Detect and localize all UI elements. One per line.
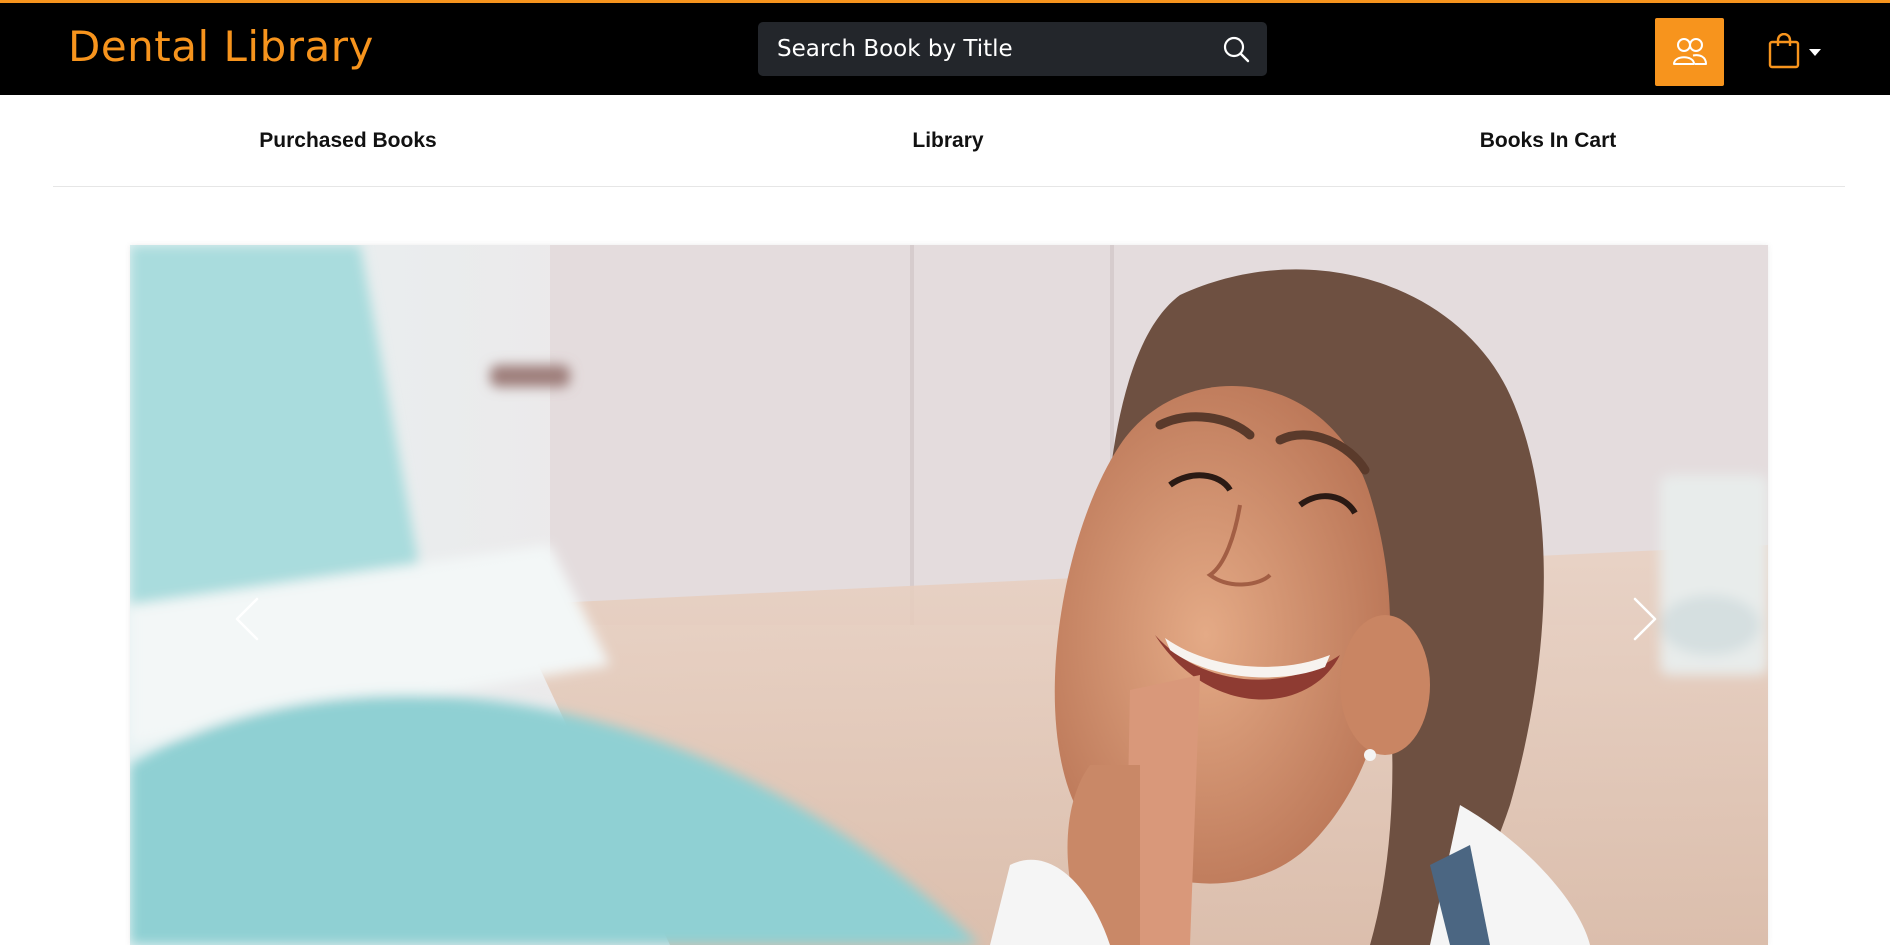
- cart-dropdown-toggle[interactable]: [1768, 33, 1824, 73]
- nav-purchased-books[interactable]: Purchased Books: [259, 129, 436, 153]
- hero-carousel: [130, 245, 1768, 945]
- nav-library[interactable]: Library: [912, 129, 983, 153]
- shopping-bag-icon: [1768, 33, 1800, 69]
- chevron-right-icon[interactable]: [1630, 595, 1660, 643]
- search-input[interactable]: [758, 22, 1198, 76]
- users-icon: [1672, 38, 1707, 65]
- search-bar: [758, 22, 1267, 76]
- chevron-left-icon[interactable]: [232, 595, 262, 643]
- user-account-button[interactable]: [1655, 18, 1724, 86]
- nav-books-in-cart[interactable]: Books In Cart: [1480, 129, 1617, 153]
- top-header: Dental Library: [0, 0, 1890, 95]
- main-nav: Purchased Books Library Books In Cart: [53, 95, 1845, 187]
- caret-down-icon: [1809, 49, 1821, 56]
- smiling-girl-dental-chair-photo: [130, 245, 1768, 945]
- search-icon[interactable]: [1222, 35, 1250, 63]
- brand-logo[interactable]: Dental Library: [68, 22, 374, 71]
